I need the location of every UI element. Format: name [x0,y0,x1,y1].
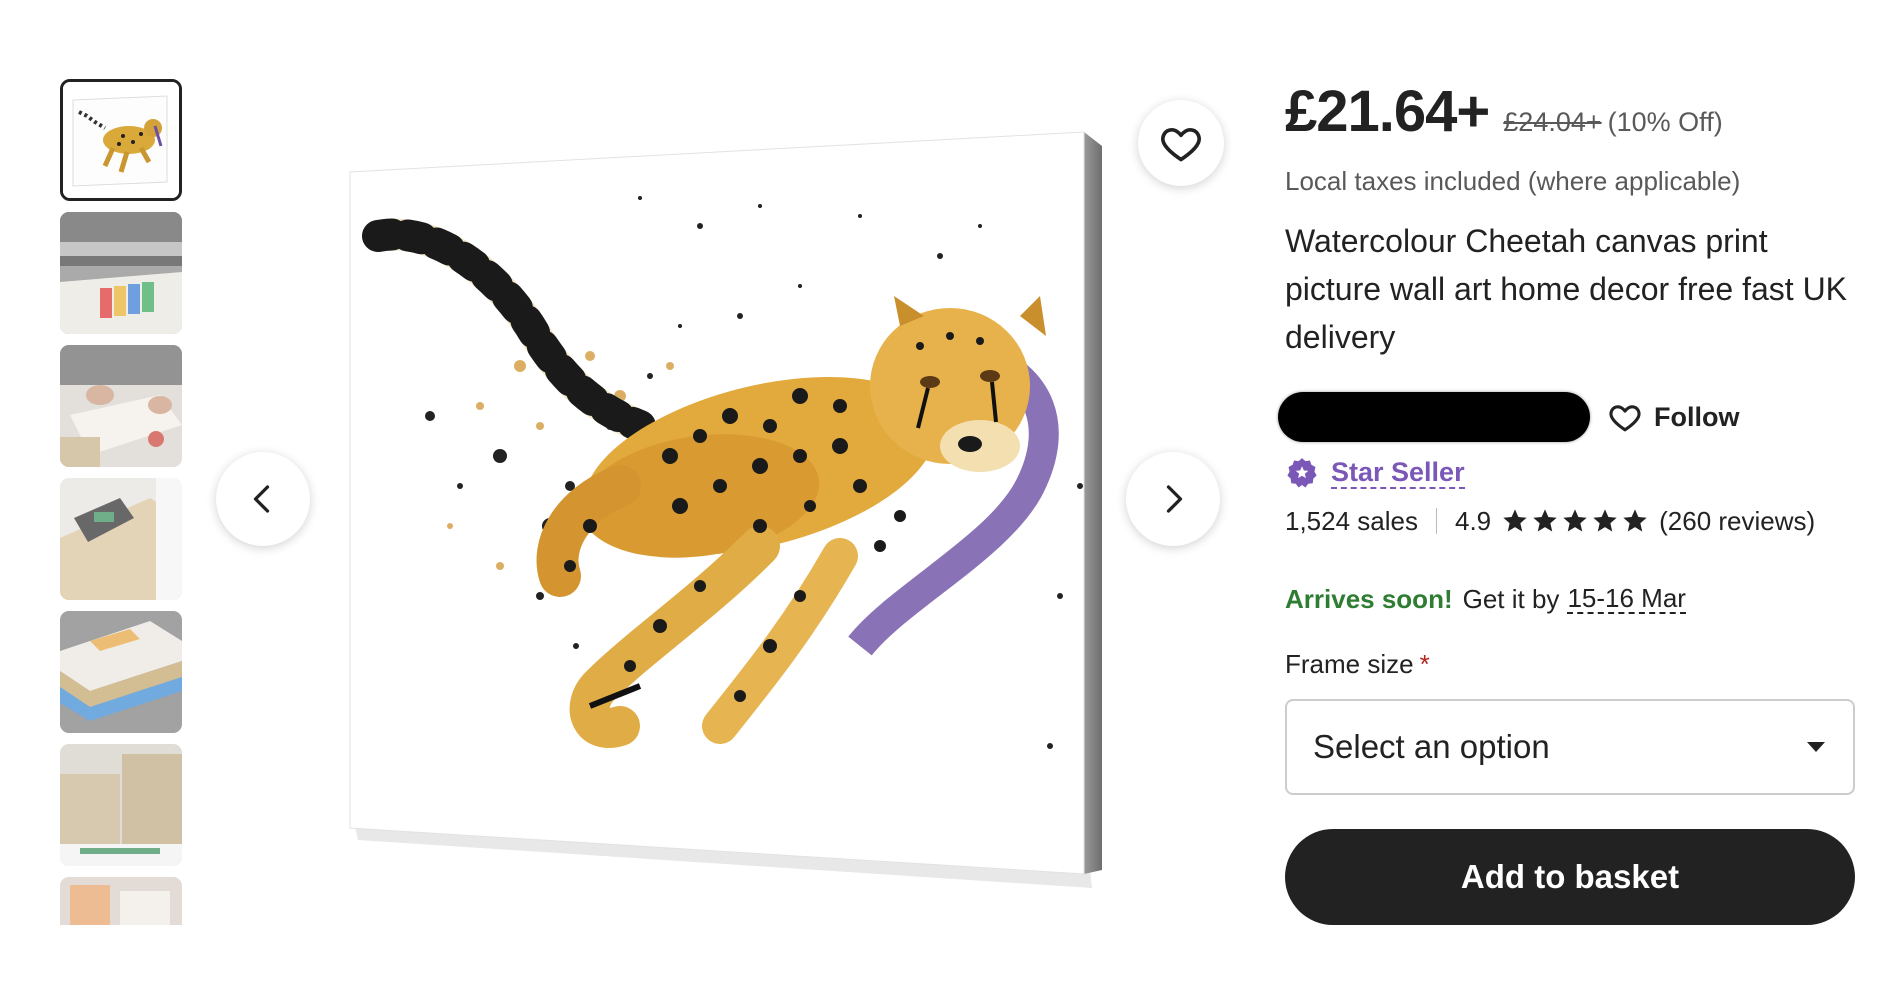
sale-price: £21.64+ [1285,79,1490,144]
follow-label: Follow [1654,401,1740,432]
chevron-right-icon [1166,485,1183,513]
star-seller-badge: Star Seller [1285,453,1865,493]
shop-row: Follow [1278,391,1865,443]
star-seller-label[interactable]: Star Seller [1331,457,1465,489]
thumbnail-cheetah[interactable] [60,79,182,201]
frame-size-selected-value: Select an option [1313,728,1550,765]
thumbnail-strip [60,79,182,925]
chevron-left-icon [253,485,270,513]
follow-button[interactable]: Follow [1608,400,1739,434]
previous-image-button[interactable] [216,452,310,546]
star-icon [1593,509,1617,532]
star-icon [1563,509,1587,532]
caret-down-icon [1807,742,1825,752]
next-image-button[interactable] [1126,452,1220,546]
product-title: Watercolour Cheetah canvas print picture… [1285,223,1848,355]
discount-label: (10% Off) [1607,107,1723,137]
rating-value: 4.9 [1454,505,1492,536]
heart-outline-icon [1609,405,1641,432]
add-to-basket-button[interactable]: Add to basket [1285,829,1855,925]
divider [1435,508,1437,534]
price-row: £21.64+ £24.04+ (10% Off) [1285,78,1865,150]
star-icon [1503,509,1527,532]
star-seller-icon [1287,458,1317,488]
star-icon [1623,509,1647,532]
original-price: £24.04+ [1503,107,1602,137]
thumbnail-canvas-stack[interactable] [60,611,182,733]
shop-name-redacted[interactable] [1278,392,1590,442]
thumbnail-partial[interactable] [60,877,182,925]
star-rating [1501,507,1651,535]
heart-outline-icon [1161,127,1201,162]
sales-count: 1,524 sales [1285,505,1418,536]
thumbnail-printer[interactable] [60,212,182,334]
rating-row: 1,524 sales 4.9 (260 reviews) [1285,501,1865,541]
required-mark: * [1419,649,1430,679]
frame-size-label: Frame size * [1285,649,1865,685]
delivery-dates[interactable]: 15-16 Mar [1567,584,1686,614]
get-it-by-label: Get it by [1462,583,1560,614]
favorite-button[interactable] [1138,100,1224,186]
reviews-link[interactable]: (260 reviews) [1659,506,1815,537]
star-icon [1533,509,1557,532]
tax-note: Local taxes included (where applicable) [1285,166,1741,196]
thumbnail-stapler[interactable] [60,478,182,600]
product-info-panel: £21.64+ £24.04+ (10% Off) Local taxes in… [1278,78,1865,925]
frame-size-select[interactable]: Select an option [1285,699,1855,795]
thumbnail-framing[interactable] [60,345,182,467]
delivery-estimate: Arrives soon! Get it by 15-16 Mar [1285,579,1865,619]
thumbnail-wood-frames[interactable] [60,744,182,866]
main-product-image [340,126,1102,894]
arrives-soon-label: Arrives soon! [1285,583,1453,614]
frame-size-text: Frame size [1285,649,1414,679]
